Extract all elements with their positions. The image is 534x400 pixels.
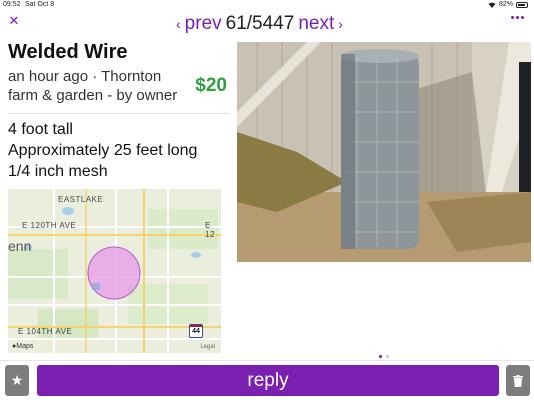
photo-page-indicator — [379, 355, 389, 358]
status-time: 09:52 — [3, 1, 21, 8]
location-map[interactable]: EASTLAKE E 120TH AVE E 12 enn E 104TH AV… — [8, 189, 221, 353]
favorite-button[interactable]: ★ — [5, 365, 29, 396]
battery-percent: 82% — [498, 1, 513, 8]
listing-meta: an hour ago · Thornton farm & garden - b… — [8, 67, 186, 105]
listing-details: Welded Wire an hour ago · Thornton farm … — [0, 38, 232, 358]
close-icon[interactable]: ✕ — [6, 13, 22, 29]
trash-icon — [513, 375, 523, 387]
next-link[interactable]: next — [298, 13, 334, 35]
listing-category: farm & garden - by owner — [8, 87, 178, 104]
listing-description: 4 foot tall Approximately 25 feet long 1… — [8, 119, 197, 182]
chevron-left-icon[interactable]: ‹ — [176, 16, 181, 32]
status-date: Sat Oct 8 — [25, 1, 55, 8]
battery-icon — [516, 1, 528, 8]
apple-maps-attribution: ●Maps — [12, 343, 33, 350]
wifi-icon — [488, 2, 496, 8]
map-legal-link[interactable]: Legal — [200, 344, 215, 350]
more-icon[interactable] — [511, 16, 524, 19]
page-dot-active — [379, 355, 382, 358]
map-label-e120: E 120TH AVE — [22, 221, 77, 230]
map-label-e12: E 12 — [205, 221, 215, 239]
prev-link[interactable]: prev — [185, 13, 222, 35]
map-label-e104: E 104TH AVE — [18, 327, 73, 336]
divider — [8, 113, 230, 114]
highway-shield-icon: 44 — [189, 324, 203, 338]
listing-title: Welded Wire — [8, 41, 128, 63]
reply-button[interactable]: reply — [37, 365, 499, 396]
maps-attribution-text: Maps — [16, 343, 34, 350]
listing-counter: 61/5447 — [225, 13, 295, 34]
status-bar: 09:52 Sat Oct 8 82% — [0, 0, 534, 10]
pager: ‹ prev 61/5447 next › — [176, 12, 343, 36]
description-line: 1/4 inch mesh — [8, 163, 108, 180]
delete-button[interactable] — [506, 365, 530, 396]
nav-bar: ✕ ‹ prev 61/5447 next › — [0, 10, 534, 38]
description-line: 4 foot tall — [8, 121, 73, 138]
listing-price: $20 — [195, 75, 227, 96]
map-label-enn: enn — [8, 238, 32, 254]
chevron-right-icon[interactable]: › — [338, 16, 343, 32]
listing-posted: an hour ago · Thornton — [8, 68, 162, 85]
map-label-eastlake: EASTLAKE — [58, 195, 104, 204]
welded-wire-photo — [237, 42, 531, 262]
description-line: Approximately 25 feet long — [8, 142, 198, 159]
status-right: 82% — [488, 1, 528, 8]
page-dot — [386, 355, 389, 358]
action-bar: ★ reply — [0, 360, 534, 400]
star-icon: ★ — [10, 372, 24, 388]
listing-photo[interactable] — [237, 42, 531, 262]
